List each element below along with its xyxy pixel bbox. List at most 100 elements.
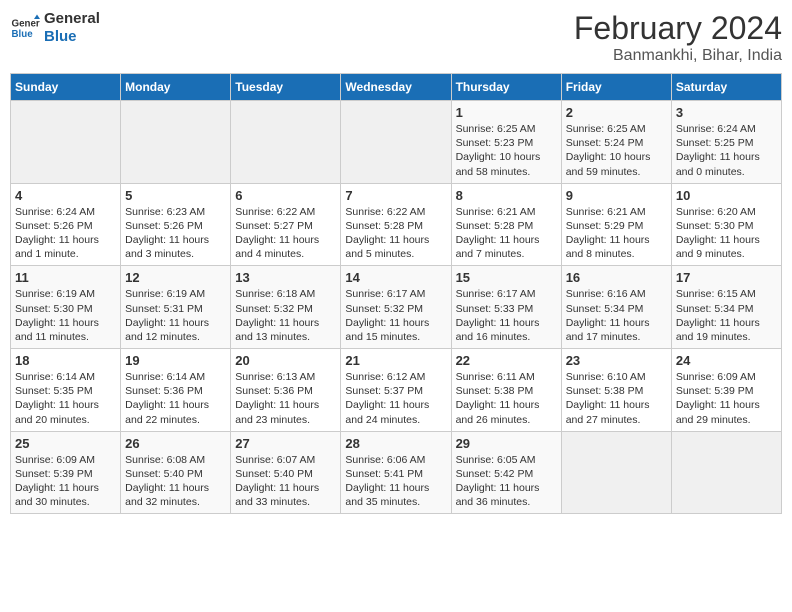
logo-icon: General Blue (10, 13, 40, 43)
title-block: February 2024 Banmankhi, Bihar, India (574, 10, 782, 65)
calendar-cell: 29Sunrise: 6:05 AMSunset: 5:42 PMDayligh… (451, 431, 561, 514)
day-number: 14 (345, 270, 446, 285)
calendar-cell: 6 Sunrise: 6:22 AMSunset: 5:27 PMDaylight… (231, 183, 341, 266)
calendar-cell: 22 Sunrise: 6:11 AMSunset: 5:38 PMDayligh… (451, 349, 561, 432)
day-info: Sunrise: 6:24 AMSunset: 5:25 PMDaylight:… (676, 122, 777, 179)
day-number: 8 (456, 188, 557, 203)
calendar-cell: 5 Sunrise: 6:23 AMSunset: 5:26 PMDaylight… (121, 183, 231, 266)
day-info: Sunrise: 6:17 AMSunset: 5:32 PMDaylight:… (345, 287, 446, 344)
day-info: Sunrise: 6:17 AMSunset: 5:33 PMDaylight:… (456, 287, 557, 344)
calendar-week-3: 11 Sunrise: 6:19 AMSunset: 5:30 PMDayligh… (11, 266, 782, 349)
day-number: 6 (235, 188, 336, 203)
day-number: 21 (345, 353, 446, 368)
calendar-cell: 11 Sunrise: 6:19 AMSunset: 5:30 PMDayligh… (11, 266, 121, 349)
logo-text-general: General (44, 10, 100, 28)
day-number: 9 (566, 188, 667, 203)
calendar-cell: 14 Sunrise: 6:17 AMSunset: 5:32 PMDayligh… (341, 266, 451, 349)
day-number: 22 (456, 353, 557, 368)
day-info: Sunrise: 6:16 AMSunset: 5:34 PMDaylight:… (566, 287, 667, 344)
calendar-title: February 2024 (574, 10, 782, 47)
calendar-cell: 24 Sunrise: 6:09 AMSunset: 5:39 PMDayligh… (671, 349, 781, 432)
day-info: Sunrise: 6:12 AMSunset: 5:37 PMDaylight:… (345, 370, 446, 427)
calendar-cell: 8 Sunrise: 6:21 AMSunset: 5:28 PMDaylight… (451, 183, 561, 266)
calendar-table: SundayMondayTuesdayWednesdayThursdayFrid… (10, 73, 782, 514)
day-info: Sunrise: 6:21 AMSunset: 5:28 PMDaylight:… (456, 205, 557, 262)
day-info: Sunrise: 6:06 AMSunset: 5:41 PMDaylight:… (345, 453, 446, 510)
calendar-cell: 20Sunrise: 6:13 AMSunset: 5:36 PMDayligh… (231, 349, 341, 432)
day-info: Sunrise: 6:19 AMSunset: 5:30 PMDaylight:… (15, 287, 116, 344)
day-info: Sunrise: 6:22 AMSunset: 5:27 PMDaylight:… (235, 205, 336, 262)
calendar-cell (561, 431, 671, 514)
svg-text:General: General (12, 19, 41, 30)
day-info: Sunrise: 6:21 AMSunset: 5:29 PMDaylight:… (566, 205, 667, 262)
day-number: 13 (235, 270, 336, 285)
calendar-week-5: 25 Sunrise: 6:09 AMSunset: 5:39 PMDayligh… (11, 431, 782, 514)
day-info: Sunrise: 6:24 AMSunset: 5:26 PMDaylight:… (15, 205, 116, 262)
weekday-header-friday: Friday (561, 74, 671, 101)
day-number: 3 (676, 105, 777, 120)
day-number: 5 (125, 188, 226, 203)
day-number: 26 (125, 436, 226, 451)
calendar-cell: 26 Sunrise: 6:08 AMSunset: 5:40 PMDayligh… (121, 431, 231, 514)
day-info: Sunrise: 6:22 AMSunset: 5:28 PMDaylight:… (345, 205, 446, 262)
logo-text-blue: Blue (44, 28, 100, 46)
calendar-cell: 19Sunrise: 6:14 AMSunset: 5:36 PMDayligh… (121, 349, 231, 432)
logo: General Blue General Blue (10, 10, 100, 46)
calendar-cell: 10 Sunrise: 6:20 AMSunset: 5:30 PMDayligh… (671, 183, 781, 266)
day-info: Sunrise: 6:08 AMSunset: 5:40 PMDaylight:… (125, 453, 226, 510)
calendar-cell (231, 101, 341, 184)
calendar-cell (11, 101, 121, 184)
day-info: Sunrise: 6:25 AMSunset: 5:24 PMDaylight:… (566, 122, 667, 179)
day-number: 25 (15, 436, 116, 451)
weekday-header-row: SundayMondayTuesdayWednesdayThursdayFrid… (11, 74, 782, 101)
calendar-cell: 4 Sunrise: 6:24 AMSunset: 5:26 PMDaylight… (11, 183, 121, 266)
calendar-cell (671, 431, 781, 514)
calendar-week-2: 4 Sunrise: 6:24 AMSunset: 5:26 PMDaylight… (11, 183, 782, 266)
day-number: 27 (235, 436, 336, 451)
day-number: 23 (566, 353, 667, 368)
calendar-cell: 17 Sunrise: 6:15 AMSunset: 5:34 PMDayligh… (671, 266, 781, 349)
weekday-header-monday: Monday (121, 74, 231, 101)
calendar-cell: 28 Sunrise: 6:06 AMSunset: 5:41 PMDayligh… (341, 431, 451, 514)
day-info: Sunrise: 6:05 AMSunset: 5:42 PMDaylight:… (456, 453, 557, 510)
day-info: Sunrise: 6:19 AMSunset: 5:31 PMDaylight:… (125, 287, 226, 344)
calendar-cell: 13 Sunrise: 6:18 AMSunset: 5:32 PMDayligh… (231, 266, 341, 349)
calendar-cell: 3 Sunrise: 6:24 AMSunset: 5:25 PMDaylight… (671, 101, 781, 184)
calendar-cell: 18 Sunrise: 6:14 AMSunset: 5:35 PMDayligh… (11, 349, 121, 432)
calendar-cell: 12Sunrise: 6:19 AMSunset: 5:31 PMDayligh… (121, 266, 231, 349)
calendar-cell (121, 101, 231, 184)
page-header: General Blue General Blue February 2024 … (10, 10, 782, 65)
day-info: Sunrise: 6:18 AMSunset: 5:32 PMDaylight:… (235, 287, 336, 344)
day-number: 16 (566, 270, 667, 285)
day-number: 4 (15, 188, 116, 203)
day-info: Sunrise: 6:23 AMSunset: 5:26 PMDaylight:… (125, 205, 226, 262)
day-info: Sunrise: 6:09 AMSunset: 5:39 PMDaylight:… (15, 453, 116, 510)
day-info: Sunrise: 6:15 AMSunset: 5:34 PMDaylight:… (676, 287, 777, 344)
day-info: Sunrise: 6:11 AMSunset: 5:38 PMDaylight:… (456, 370, 557, 427)
day-number: 18 (15, 353, 116, 368)
calendar-subtitle: Banmankhi, Bihar, India (574, 47, 782, 65)
day-number: 11 (15, 270, 116, 285)
calendar-cell: 23 Sunrise: 6:10 AMSunset: 5:38 PMDayligh… (561, 349, 671, 432)
weekday-header-wednesday: Wednesday (341, 74, 451, 101)
day-info: Sunrise: 6:14 AMSunset: 5:35 PMDaylight:… (15, 370, 116, 427)
weekday-header-thursday: Thursday (451, 74, 561, 101)
day-info: Sunrise: 6:20 AMSunset: 5:30 PMDaylight:… (676, 205, 777, 262)
calendar-cell: 25 Sunrise: 6:09 AMSunset: 5:39 PMDayligh… (11, 431, 121, 514)
day-number: 1 (456, 105, 557, 120)
day-info: Sunrise: 6:09 AMSunset: 5:39 PMDaylight:… (676, 370, 777, 427)
calendar-cell: 15 Sunrise: 6:17 AMSunset: 5:33 PMDayligh… (451, 266, 561, 349)
day-number: 15 (456, 270, 557, 285)
day-number: 10 (676, 188, 777, 203)
day-number: 17 (676, 270, 777, 285)
day-info: Sunrise: 6:10 AMSunset: 5:38 PMDaylight:… (566, 370, 667, 427)
calendar-week-1: 1 Sunrise: 6:25 AMSunset: 5:23 PMDaylight… (11, 101, 782, 184)
weekday-header-sunday: Sunday (11, 74, 121, 101)
calendar-cell (341, 101, 451, 184)
calendar-cell: 7Sunrise: 6:22 AMSunset: 5:28 PMDaylight… (341, 183, 451, 266)
day-info: Sunrise: 6:07 AMSunset: 5:40 PMDaylight:… (235, 453, 336, 510)
day-number: 24 (676, 353, 777, 368)
day-number: 19 (125, 353, 226, 368)
day-number: 28 (345, 436, 446, 451)
day-info: Sunrise: 6:25 AMSunset: 5:23 PMDaylight:… (456, 122, 557, 179)
